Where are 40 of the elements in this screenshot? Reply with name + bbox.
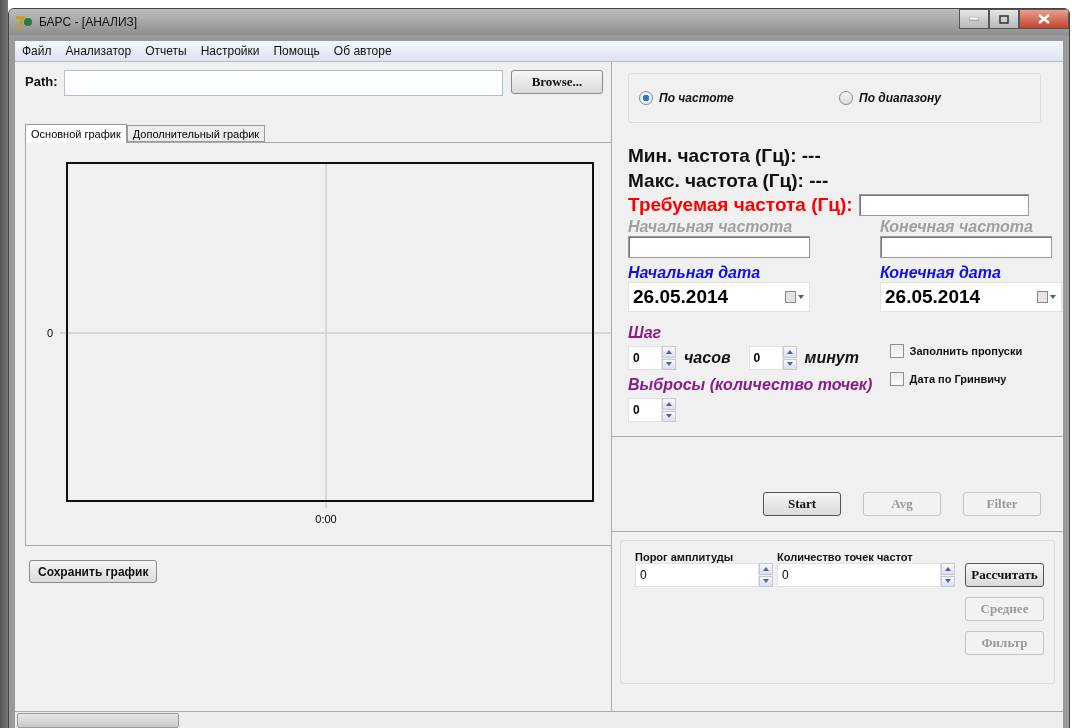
browse-button[interactable]: Browse...: [511, 70, 603, 94]
action-button[interactable]: Start: [763, 492, 841, 516]
required-frequency-label: Требуемая частота (Гц):: [628, 194, 853, 216]
hours-unit: часов: [684, 349, 731, 367]
points-label: Количество точек частот: [777, 551, 914, 563]
menu-item[interactable]: Отчеты: [138, 44, 194, 58]
menu-item[interactable]: Помощь: [266, 44, 327, 58]
minutes-unit: минут: [804, 349, 859, 367]
threshold-field[interactable]: 0: [635, 563, 759, 587]
min-frequency-text: Мин. частота (Гц): ---: [628, 145, 822, 167]
calc-button[interactable]: Рассчитать: [965, 563, 1044, 587]
threshold-label: Порог амплитуды: [635, 551, 735, 563]
hours-field[interactable]: 0: [628, 346, 662, 370]
minutes-field[interactable]: 0: [748, 346, 783, 370]
frequency-label: Начальная частота: [628, 218, 794, 236]
window-title: БАРС - [АНАЛИЗ]: [39, 15, 139, 29]
date-picker[interactable]: 26.05.2014: [880, 282, 1062, 312]
save-chart-button[interactable]: Сохранить график: [29, 560, 158, 583]
step-label: Шаг: [628, 324, 663, 342]
frequency-label: Конечная частота: [880, 218, 1034, 236]
outliers-label: Выбросы (количество точек): [628, 376, 874, 394]
menu-item[interactable]: Настройки: [193, 44, 267, 58]
y-tick-label: 0: [46, 327, 53, 339]
checkbox-label[interactable]: Дата по Гринвичу: [909, 373, 1007, 385]
radio-label[interactable]: По диапазону: [859, 91, 941, 105]
max-frequency-text: Макс. частота (Гц): ---: [628, 170, 830, 192]
tab[interactable]: Дополнительный график: [126, 125, 266, 142]
tab[interactable]: Основной график: [25, 124, 127, 143]
path-label: Path:: [25, 74, 58, 89]
menu-item[interactable]: Файл: [15, 44, 59, 58]
menu-item[interactable]: Анализатор: [58, 44, 139, 58]
x-tick-label: 0:00: [315, 513, 337, 525]
checkbox-label[interactable]: Заполнить пропуски: [909, 345, 1023, 357]
outliers-field[interactable]: 0: [628, 398, 662, 422]
points-field[interactable]: 0: [777, 563, 941, 587]
date-label: Конечная дата: [880, 264, 1002, 282]
date-picker[interactable]: 26.05.2014: [628, 282, 810, 312]
menu-item[interactable]: Об авторе: [326, 44, 399, 58]
radio-label[interactable]: По частоте: [659, 91, 734, 105]
date-label: Начальная дата: [628, 264, 762, 282]
